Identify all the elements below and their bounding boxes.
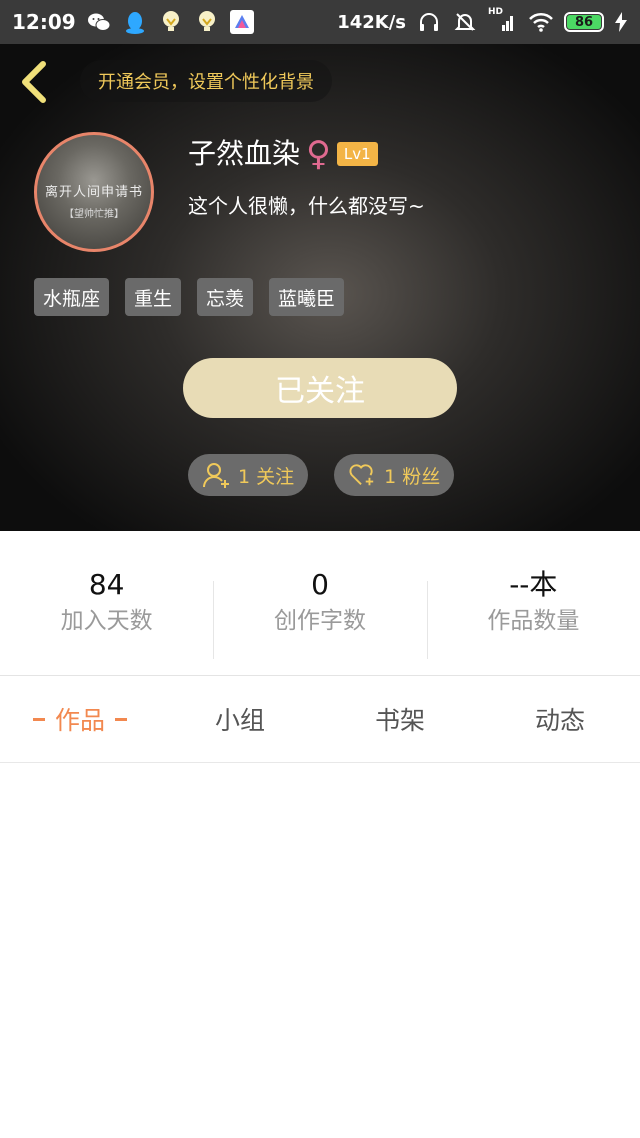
status-time: 12:09 — [12, 10, 76, 34]
app-tile-icon — [229, 10, 254, 34]
followers-label: 1 粉丝 — [384, 465, 441, 488]
stat-word-count: 0 创作字数 — [213, 531, 426, 675]
bulb-icon — [194, 9, 220, 35]
network-type: HD — [488, 7, 504, 17]
tab-label: 小组 — [214, 706, 265, 735]
tab-bookshelf[interactable]: 书架 — [320, 676, 480, 762]
tag-item: 重生 — [125, 278, 182, 316]
following-label: 1 关注 — [238, 465, 295, 488]
tab-content-area — [0, 764, 640, 1138]
battery-icon: 86 — [564, 12, 604, 32]
wechat-icon — [86, 9, 112, 35]
tab-label: 作品 — [54, 706, 105, 735]
tab-label: 书架 — [374, 706, 425, 735]
tab-bar: 作品 小组 书架 动态 — [0, 676, 640, 763]
female-gender-icon: ♀ — [306, 134, 331, 174]
username: 子然血染 — [188, 137, 301, 170]
followers-count-button[interactable]: 1 粉丝 — [334, 454, 455, 496]
level-badge: Lv1 — [336, 142, 378, 166]
user-bio: 这个人很懒，什么都没写~ — [188, 194, 425, 218]
tab-active-indicator — [115, 717, 127, 721]
tab-active-indicator — [32, 717, 45, 721]
avatar-subtext: 【望帅忙推】 — [64, 209, 124, 220]
back-button[interactable] — [14, 58, 54, 106]
network-speed: 142K/s — [337, 11, 406, 33]
stat-value: 0 — [311, 568, 329, 601]
stats-row: 84 加入天数 0 创作字数 --本 作品数量 — [0, 531, 640, 676]
signal-icon: HD — [488, 7, 518, 35]
follow-button[interactable]: 已关注 — [183, 358, 457, 418]
status-bar: 12:09 142K/s HD 86 — [0, 0, 640, 44]
add-user-icon — [202, 461, 230, 489]
stat-works-count: --本 作品数量 — [426, 531, 640, 675]
wifi-icon — [528, 9, 554, 35]
tag-item: 蓝曦臣 — [269, 278, 345, 316]
chevron-left-icon — [22, 61, 46, 103]
vip-banner[interactable]: 开通会员，设置个性化背景 — [80, 60, 332, 102]
battery-level: 86 — [567, 15, 601, 30]
tab-label: 动态 — [534, 706, 585, 735]
mute-bell-icon — [452, 9, 478, 35]
tag-item: 忘羡 — [197, 278, 254, 316]
tab-groups[interactable]: 小组 — [160, 676, 320, 762]
heart-plus-icon — [348, 461, 376, 489]
avatar-text: 离开人间申请书 — [44, 185, 143, 200]
headphones-icon — [416, 9, 442, 35]
tag-list: 水瓶座 重生 忘羡 蓝曦臣 — [34, 278, 345, 316]
stat-value: --本 — [509, 568, 558, 601]
stat-value: 84 — [88, 568, 125, 601]
avatar[interactable]: 离开人间申请书 【望帅忙推】 — [34, 132, 154, 252]
charging-icon — [614, 9, 628, 35]
follow-counts: 1 关注 1 粉丝 — [188, 454, 455, 496]
stat-label: 作品数量 — [487, 608, 580, 634]
tab-works[interactable]: 作品 — [0, 676, 160, 762]
profile-header: 开通会员，设置个性化背景 离开人间申请书 【望帅忙推】 子然血染 ♀ Lv1 这… — [0, 44, 640, 531]
status-right: 142K/s HD 86 — [337, 7, 628, 35]
stat-days-joined: 84 加入天数 — [0, 531, 213, 675]
following-count-button[interactable]: 1 关注 — [188, 454, 309, 496]
bulb-icon — [158, 9, 184, 35]
username-row: 子然血染 ♀ Lv1 — [188, 134, 378, 174]
stat-label: 创作字数 — [273, 608, 366, 634]
tab-activity[interactable]: 动态 — [480, 676, 640, 762]
status-left: 12:09 — [12, 9, 254, 35]
tag-item: 水瓶座 — [34, 278, 110, 316]
qq-icon — [122, 9, 148, 35]
stat-label: 加入天数 — [60, 608, 153, 634]
